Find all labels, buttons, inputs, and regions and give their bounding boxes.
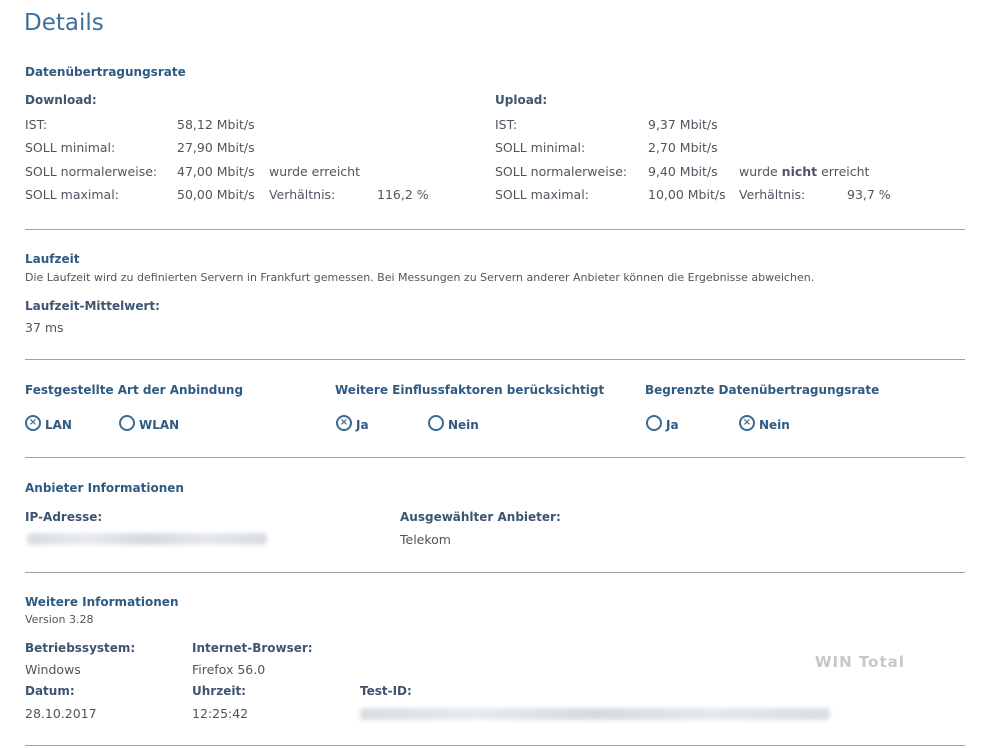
download-ratio-value: 116,2 % (377, 187, 429, 202)
radio-label: Ja (356, 418, 369, 432)
download-normal-label: SOLL normalerweise: (25, 164, 158, 179)
radio-ja-checked[interactable]: × (336, 415, 352, 431)
status-emphasis: nicht (781, 164, 818, 179)
browser-label: Internet-Browser: (192, 641, 313, 655)
radio-nein[interactable] (428, 415, 444, 431)
provider-label: Ausgewählter Anbieter: (400, 510, 561, 524)
anbieter-heading: Anbieter Informationen (25, 481, 184, 495)
upload-max-label: SOLL maximal: (495, 187, 589, 202)
upload-ist-value: 9,37 Mbit/s (648, 117, 718, 132)
time-label: Uhrzeit: (192, 684, 246, 698)
testid-blurred (360, 708, 830, 720)
os-value: Windows (25, 662, 81, 677)
download-max-value: 50,00 Mbit/s (177, 187, 255, 202)
watermark-logo: WIN Total (815, 653, 905, 671)
upload-normal-value: 9,40 Mbit/s (648, 164, 718, 179)
laufzeit-heading: Laufzeit (25, 252, 80, 266)
upload-label: Upload: (495, 93, 548, 107)
upload-normal-label: SOLL normalerweise: (495, 164, 628, 179)
provider-value: Telekom (400, 532, 451, 547)
radio-label: Nein (759, 418, 790, 432)
ip-label: IP-Adresse: (25, 510, 103, 524)
divider (25, 745, 965, 746)
download-label: Download: (25, 93, 97, 107)
download-ist-value: 58,12 Mbit/s (177, 117, 255, 132)
page-title: Details (24, 10, 104, 36)
option-heading: Begrenzte Datenübertragungsrate (645, 383, 880, 397)
upload-min-label: SOLL minimal: (495, 140, 586, 155)
download-normal-value: 47,00 Mbit/s (177, 164, 255, 179)
status-text: erreicht (817, 164, 870, 179)
weitere-heading: Weitere Informationen (25, 595, 179, 609)
laufzeit-description: Die Laufzeit wird zu definierten Servern… (25, 271, 815, 284)
rate-heading: Datenübertragungsrate (25, 65, 186, 79)
option-heading: Festgestellte Art der Anbindung (25, 383, 244, 397)
upload-ratio-value: 93,7 % (847, 187, 891, 202)
radio-label: WLAN (139, 418, 180, 432)
download-ist-label: IST: (25, 117, 48, 132)
radio-label: Nein (448, 418, 479, 432)
ip-address-blurred (27, 533, 267, 545)
laufzeit-label: Laufzeit-Mittelwert: (25, 299, 160, 313)
divider (25, 359, 965, 360)
version-text: Version 3.28 (25, 613, 94, 626)
download-max-label: SOLL maximal: (25, 187, 119, 202)
radio-label: Ja (666, 418, 679, 432)
testid-label: Test-ID: (360, 684, 412, 698)
upload-normal-status: wurde nicht erreicht (739, 164, 869, 179)
browser-value: Firefox 56.0 (192, 662, 266, 677)
divider (25, 572, 965, 573)
radio-wlan[interactable] (119, 415, 135, 431)
download-min-label: SOLL minimal: (25, 140, 116, 155)
upload-min-value: 2,70 Mbit/s (648, 140, 718, 155)
date-value: 28.10.2017 (25, 706, 97, 721)
time-value: 12:25:42 (192, 706, 249, 721)
upload-ist-label: IST: (495, 117, 518, 132)
date-label: Datum: (25, 684, 75, 698)
divider (25, 457, 965, 458)
laufzeit-value: 37 ms (25, 320, 64, 335)
upload-max-value: 10,00 Mbit/s (648, 187, 726, 202)
os-label: Betriebssystem: (25, 641, 136, 655)
option-heading: Weitere Einflussfaktoren berücksichtigt (335, 383, 605, 397)
radio-nein-checked[interactable]: × (739, 415, 755, 431)
radio-label: LAN (45, 418, 72, 432)
download-normal-status: wurde erreicht (269, 164, 360, 179)
download-min-value: 27,90 Mbit/s (177, 140, 255, 155)
radio-ja[interactable] (646, 415, 662, 431)
status-text: wurde (739, 164, 782, 179)
radio-lan-checked[interactable]: × (25, 415, 41, 431)
upload-ratio-label: Verhältnis: (739, 187, 806, 202)
divider (25, 229, 965, 230)
download-ratio-label: Verhältnis: (269, 187, 336, 202)
